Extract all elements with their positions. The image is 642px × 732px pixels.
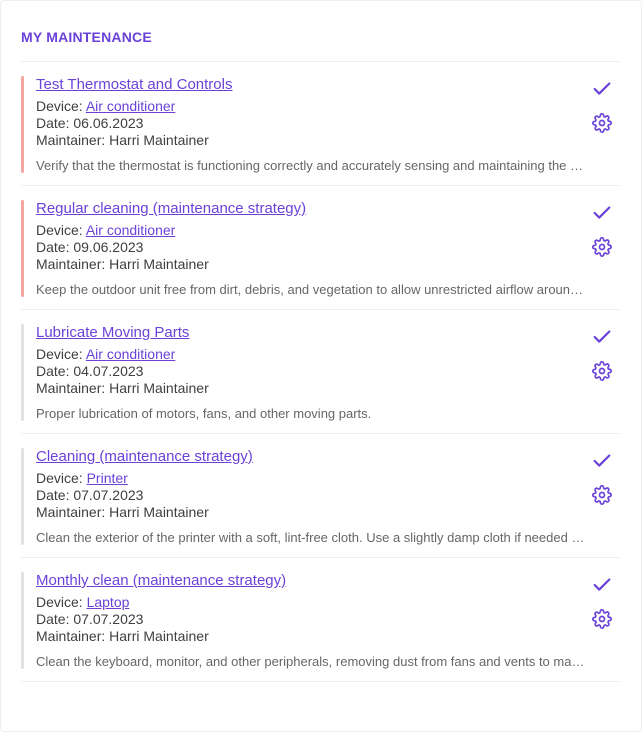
date-value: 07.07.2023 [73, 611, 143, 627]
device-label: Device: [36, 470, 87, 486]
device-label: Device: [36, 346, 86, 362]
check-icon [591, 78, 613, 100]
status-stripe [21, 324, 24, 421]
gear-icon [592, 361, 612, 381]
device-label: Device: [36, 98, 86, 114]
maintainer-label: Maintainer: [36, 132, 109, 148]
maintenance-item: Regular cleaning (maintenance strategy) … [21, 186, 621, 310]
item-actions [587, 572, 617, 630]
task-title-link[interactable]: Lubricate Moving Parts [36, 324, 189, 341]
complete-button[interactable] [591, 202, 613, 224]
device-link[interactable]: Air conditioner [86, 98, 176, 114]
item-body: Regular cleaning (maintenance strategy) … [36, 200, 587, 297]
panel-title: MY MAINTENANCE [21, 1, 621, 62]
device-link[interactable]: Air conditioner [86, 222, 176, 238]
date-value: 06.06.2023 [73, 115, 143, 131]
item-body: Test Thermostat and Controls Device: Air… [36, 76, 587, 173]
description: Clean the exterior of the printer with a… [36, 530, 587, 545]
item-actions [587, 76, 617, 134]
maintenance-item: Test Thermostat and Controls Device: Air… [21, 62, 621, 186]
maintainer-line: Maintainer: Harri Maintainer [36, 504, 587, 520]
item-body: Cleaning (maintenance strategy) Device: … [36, 448, 587, 545]
date-value: 09.06.2023 [73, 239, 143, 255]
description: Verify that the thermostat is functionin… [36, 158, 587, 173]
maintainer-value: Harri Maintainer [109, 256, 209, 272]
date-line: Date: 06.06.2023 [36, 115, 587, 131]
settings-button[interactable] [591, 112, 613, 134]
complete-button[interactable] [591, 574, 613, 596]
maintainer-line: Maintainer: Harri Maintainer [36, 256, 587, 272]
device-label: Device: [36, 222, 86, 238]
gear-icon [592, 113, 612, 133]
complete-button[interactable] [591, 78, 613, 100]
check-icon [591, 450, 613, 472]
maintainer-value: Harri Maintainer [109, 628, 209, 644]
gear-icon [592, 609, 612, 629]
device-link[interactable]: Printer [87, 470, 128, 486]
item-body: Monthly clean (maintenance strategy) Dev… [36, 572, 587, 669]
maintainer-label: Maintainer: [36, 628, 109, 644]
maintainer-line: Maintainer: Harri Maintainer [36, 132, 587, 148]
date-line: Date: 07.07.2023 [36, 611, 587, 627]
settings-button[interactable] [591, 608, 613, 630]
status-stripe [21, 572, 24, 669]
maintenance-list: Test Thermostat and Controls Device: Air… [21, 62, 621, 682]
date-label: Date: [36, 611, 73, 627]
item-body: Lubricate Moving Parts Device: Air condi… [36, 324, 587, 421]
description: Proper lubrication of motors, fans, and … [36, 406, 587, 421]
date-label: Date: [36, 487, 73, 503]
status-stripe [21, 76, 24, 173]
date-line: Date: 07.07.2023 [36, 487, 587, 503]
date-value: 04.07.2023 [73, 363, 143, 379]
description: Keep the outdoor unit free from dirt, de… [36, 282, 587, 297]
device-line: Device: Printer [36, 470, 587, 486]
maintenance-item: Monthly clean (maintenance strategy) Dev… [21, 558, 621, 682]
maintainer-label: Maintainer: [36, 256, 109, 272]
maintenance-item: Cleaning (maintenance strategy) Device: … [21, 434, 621, 558]
maintainer-value: Harri Maintainer [109, 504, 209, 520]
maintainer-label: Maintainer: [36, 380, 109, 396]
item-actions [587, 200, 617, 258]
device-line: Device: Air conditioner [36, 346, 587, 362]
maintainer-value: Harri Maintainer [109, 132, 209, 148]
gear-icon [592, 485, 612, 505]
maintenance-item: Lubricate Moving Parts Device: Air condi… [21, 310, 621, 434]
task-title-link[interactable]: Test Thermostat and Controls [36, 76, 232, 93]
task-title-link[interactable]: Regular cleaning (maintenance strategy) [36, 200, 306, 217]
date-value: 07.07.2023 [73, 487, 143, 503]
item-actions [587, 324, 617, 382]
date-label: Date: [36, 115, 73, 131]
complete-button[interactable] [591, 326, 613, 348]
maintainer-label: Maintainer: [36, 504, 109, 520]
date-line: Date: 09.06.2023 [36, 239, 587, 255]
check-icon [591, 326, 613, 348]
task-title-link[interactable]: Cleaning (maintenance strategy) [36, 448, 253, 465]
device-link[interactable]: Air conditioner [86, 346, 176, 362]
status-stripe [21, 448, 24, 545]
device-line: Device: Air conditioner [36, 222, 587, 238]
maintainer-line: Maintainer: Harri Maintainer [36, 380, 587, 396]
date-label: Date: [36, 363, 73, 379]
my-maintenance-panel: MY MAINTENANCE Test Thermostat and Contr… [0, 0, 642, 732]
complete-button[interactable] [591, 450, 613, 472]
settings-button[interactable] [591, 360, 613, 382]
device-line: Device: Laptop [36, 594, 587, 610]
item-actions [587, 448, 617, 506]
maintainer-line: Maintainer: Harri Maintainer [36, 628, 587, 644]
device-link[interactable]: Laptop [87, 594, 130, 610]
date-label: Date: [36, 239, 73, 255]
check-icon [591, 574, 613, 596]
device-label: Device: [36, 594, 87, 610]
description: Clean the keyboard, monitor, and other p… [36, 654, 587, 669]
settings-button[interactable] [591, 236, 613, 258]
device-line: Device: Air conditioner [36, 98, 587, 114]
gear-icon [592, 237, 612, 257]
check-icon [591, 202, 613, 224]
status-stripe [21, 200, 24, 297]
task-title-link[interactable]: Monthly clean (maintenance strategy) [36, 572, 286, 589]
date-line: Date: 04.07.2023 [36, 363, 587, 379]
maintainer-value: Harri Maintainer [109, 380, 209, 396]
settings-button[interactable] [591, 484, 613, 506]
